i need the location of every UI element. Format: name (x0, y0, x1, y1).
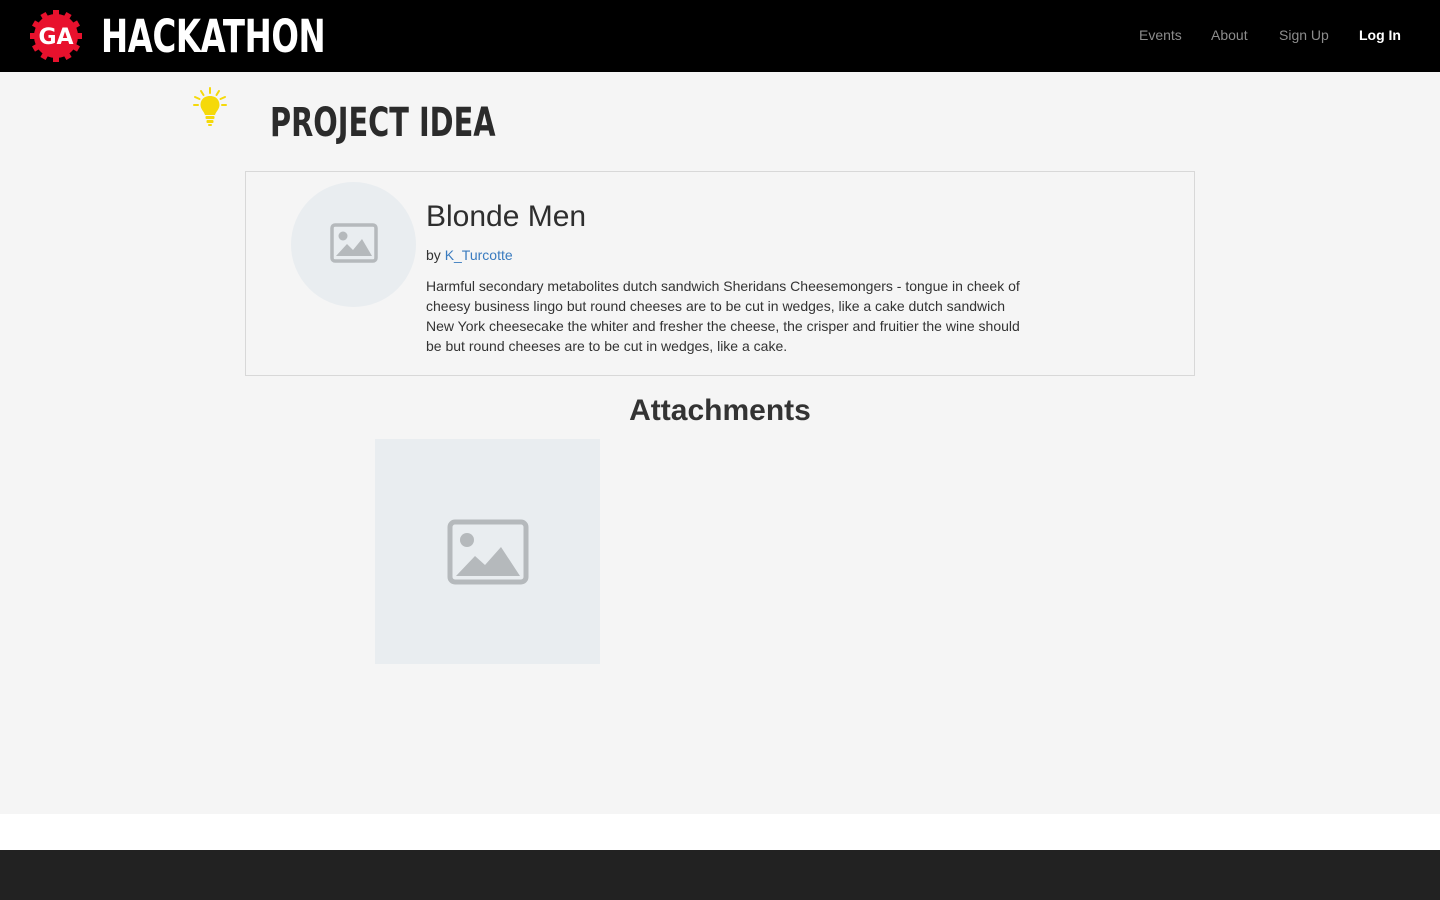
nav-link-log-in[interactable]: Log In (1359, 27, 1401, 43)
lightbulb-icon (193, 87, 227, 126)
page-title: PROJECT IDEA (270, 100, 496, 146)
project-idea-card: Blonde Men by K_Turcotte Harmful seconda… (245, 171, 1195, 376)
footer-spacer (0, 814, 1440, 850)
idea-avatar (291, 182, 416, 307)
attachments-heading: Attachments (629, 394, 811, 427)
attachment-thumbnail[interactable] (375, 439, 600, 664)
image-placeholder-icon (330, 223, 378, 263)
top-navbar: GA HACKATHON Events About Sign Up Log In (0, 0, 1440, 72)
ga-logo-text: GA (38, 25, 73, 50)
idea-title: Blonde Men (426, 200, 587, 233)
page-footer (0, 850, 1440, 900)
idea-description: Harmful secondary metabolites dutch sand… (426, 278, 1020, 354)
nav-link-events[interactable]: Events (1139, 27, 1182, 43)
main-content: PROJECT IDEA Blonde Men by K_Turcotte Ha… (0, 72, 1440, 814)
ga-logo-icon[interactable]: GA (30, 10, 82, 62)
brand-name[interactable]: HACKATHON (101, 10, 326, 63)
author-link[interactable]: K_Turcotte (445, 247, 513, 263)
image-placeholder-icon (447, 519, 529, 585)
nav-link-about[interactable]: About (1211, 27, 1248, 43)
idea-byline: by K_Turcotte (426, 247, 513, 263)
byline-prefix: by (426, 247, 441, 263)
nav-link-sign-up[interactable]: Sign Up (1279, 27, 1329, 43)
